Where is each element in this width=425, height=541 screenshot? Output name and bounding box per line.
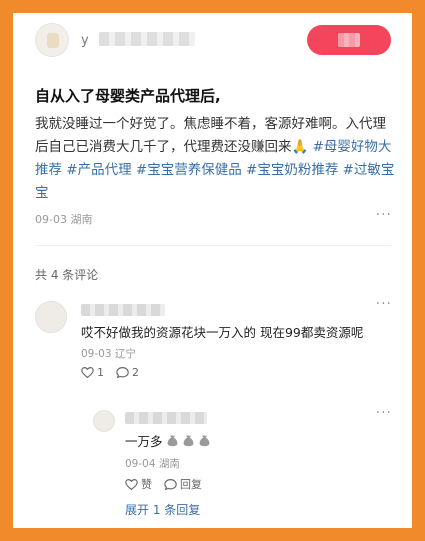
reply-text: 一万多	[125, 431, 211, 450]
author-username-blurred	[99, 32, 195, 46]
comment-count: 共 4 条评论	[35, 268, 99, 282]
post-title: 自从入了母婴类产品代理后,	[35, 87, 221, 105]
expand-replies-link[interactable]: 展开 1 条回复	[125, 501, 200, 518]
post-body: 我就没睡过一个好觉了。焦虑睡不着，客源好难啊。入代理后自己已消费大几千了，代理费…	[35, 113, 395, 205]
comment-meta: 09-03 辽宁	[81, 346, 136, 361]
reply-actions: 赞 回复	[125, 476, 202, 492]
post-card: у 自从入了母婴类产品代理后, 我就没睡过一个好觉了。焦虑睡不着，客源好难啊。入…	[13, 13, 412, 528]
reply-avatar[interactable]	[93, 410, 115, 432]
reply-like-button[interactable]: 赞	[125, 476, 152, 492]
author-username[interactable]: у	[81, 33, 90, 48]
reply-reply-button[interactable]: 回复	[164, 476, 202, 492]
post-header: у	[13, 13, 412, 71]
heart-icon	[125, 478, 138, 490]
money-bag-icon	[199, 435, 209, 447]
author-avatar[interactable]	[35, 23, 69, 57]
reply-location: 湖南	[158, 458, 180, 470]
comment-more-icon[interactable]: ···	[376, 296, 392, 312]
reply-date: 09-04	[125, 458, 156, 470]
comment-location: 辽宁	[114, 348, 136, 360]
reply-count: 2	[132, 366, 139, 379]
comment-actions: 1 2	[81, 366, 139, 379]
commenter-avatar[interactable]	[35, 301, 67, 333]
reply-reply-label: 回复	[180, 478, 202, 491]
reply-button[interactable]: 2	[116, 366, 139, 379]
comment-bubble-icon	[164, 478, 177, 490]
hashtag-link[interactable]: #产品代理	[66, 162, 131, 178]
reply-text-content: 一万多	[125, 434, 163, 449]
post-location: 湖南	[70, 213, 93, 226]
comment-text: 哎不好做我的资源花块一万入的 现在99都卖资源呢	[81, 325, 364, 340]
emoji-icon: 🙏	[291, 139, 309, 155]
follow-button[interactable]	[307, 25, 391, 55]
reply-meta: 09-04 湖南	[125, 456, 180, 471]
money-bag-icon	[183, 435, 193, 447]
divider	[35, 245, 391, 246]
follow-button-mosaic	[338, 33, 360, 47]
comment-date: 09-03	[81, 348, 112, 360]
reply-more-icon[interactable]: ···	[376, 405, 392, 421]
reply-author-name-blurred[interactable]	[125, 412, 207, 424]
hashtag-link[interactable]: #宝宝奶粉推荐	[246, 162, 338, 178]
post-meta: 09-03 湖南	[35, 211, 92, 227]
hashtag-link[interactable]: #宝宝营养保健品	[136, 162, 242, 178]
post-date: 09-03	[35, 213, 67, 226]
money-bag-icon	[167, 435, 177, 447]
reply-like-label: 赞	[141, 478, 152, 491]
like-button[interactable]: 1	[81, 366, 104, 379]
commenter-name-blurred[interactable]	[81, 304, 165, 316]
comment-bubble-icon	[116, 367, 129, 379]
like-count: 1	[97, 366, 104, 379]
heart-icon	[81, 367, 94, 379]
more-options-icon[interactable]: ···	[376, 207, 392, 223]
